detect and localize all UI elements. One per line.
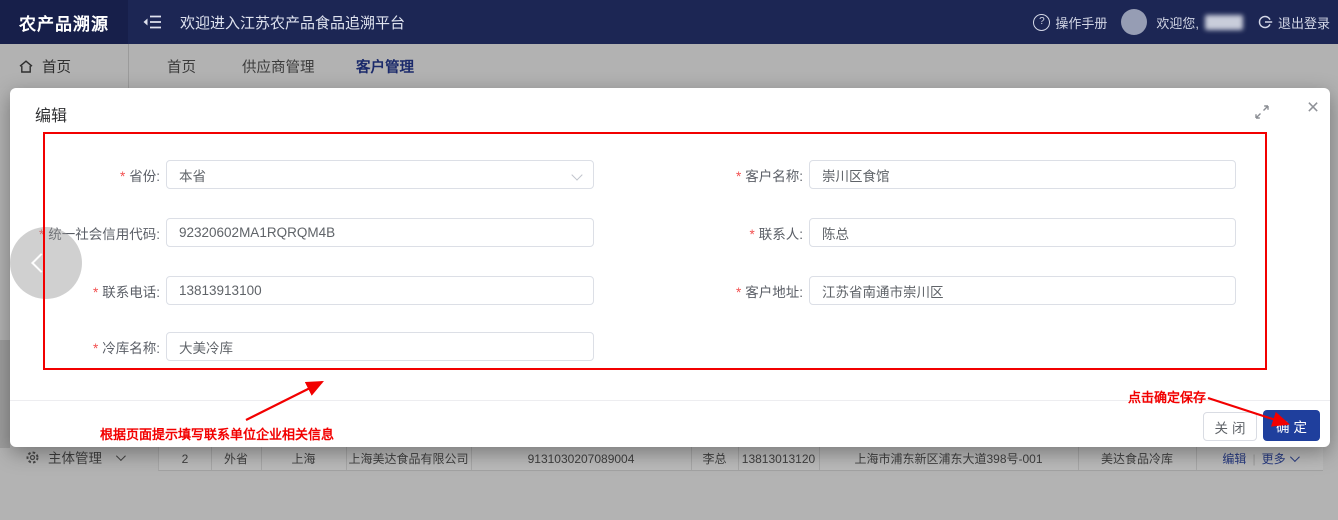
close-button[interactable]: 关闭 xyxy=(1203,412,1257,441)
greeting-text: 欢迎您, xyxy=(1156,15,1199,31)
customer-name-input[interactable]: 崇川区食馆 xyxy=(809,160,1236,189)
credit-code-input[interactable]: 92320602MA1RQRQM4B xyxy=(166,218,594,247)
manual-label: 操作手册 xyxy=(1055,15,1108,31)
fullscreen-icon[interactable] xyxy=(1254,104,1270,120)
field-label: 联系人: xyxy=(630,223,803,243)
manual-link[interactable]: 操作手册 xyxy=(1033,13,1107,32)
sidebar-home[interactable]: 首页 xyxy=(0,44,128,88)
cell-phone: 13813013120 xyxy=(738,447,820,470)
field-label: 客户地址: xyxy=(630,281,803,301)
customer-address-input[interactable]: 江苏省南通市崇川区 xyxy=(809,276,1236,305)
chevron-down-icon xyxy=(1289,452,1300,463)
user-info[interactable]: 欢迎您, xyxy=(1121,9,1243,35)
cell-actions: 编辑 | 更多 xyxy=(1196,447,1323,470)
field-label: 省份: xyxy=(18,165,160,185)
field-credit-code: 统一社会信用代码: 92320602MA1RQRQM4B xyxy=(18,218,594,247)
tab-bar: 首页 首页 供应商管理 客户管理 xyxy=(0,44,1338,88)
cell-province-type: 外省 xyxy=(211,447,262,470)
cold-storage-input[interactable]: 大美冷库 xyxy=(166,332,594,361)
field-customer-address: 客户地址: 江苏省南通市崇川区 xyxy=(630,276,1236,305)
chevron-left-icon xyxy=(31,253,51,273)
drawer-collapse-button[interactable] xyxy=(10,227,82,299)
field-customer-name: 客户名称: 崇川区食馆 xyxy=(630,160,1236,189)
cell-address: 上海市浦东新区浦东大道398号-001 xyxy=(819,447,1079,470)
avatar xyxy=(1121,9,1148,35)
cell-contact: 李总 xyxy=(691,447,739,470)
username-blurred xyxy=(1204,14,1243,30)
sidebar-item-entity-mgmt[interactable]: 主体管理 xyxy=(25,447,126,467)
divider xyxy=(128,44,129,88)
field-province: 省份: 本省 xyxy=(18,160,594,189)
field-contact-person: 联系人: 陈总 xyxy=(630,218,1236,247)
app-logo: 农产品溯源 xyxy=(0,0,128,44)
cell-cold-storage: 美达食品冷库 xyxy=(1078,447,1197,470)
field-phone: 联系电话: 13813913100 xyxy=(18,276,594,305)
tab-home[interactable]: 首页 xyxy=(167,44,196,88)
chevron-down-icon xyxy=(571,169,583,181)
footer-divider xyxy=(10,400,1330,401)
app-root: 农产品溯源 欢迎进入江苏农产品食品追溯平台 操作手册 欢迎您, xyxy=(0,0,1338,520)
province-select[interactable]: 本省 xyxy=(166,160,594,189)
cell-company: 上海美达食品有限公司 xyxy=(346,447,472,470)
logout-button[interactable]: 退出登录 xyxy=(1257,13,1330,32)
phone-input[interactable]: 13813913100 xyxy=(166,276,594,305)
more-link[interactable]: 更多 xyxy=(1262,450,1286,467)
logout-label: 退出登录 xyxy=(1277,15,1330,31)
menu-fold-icon[interactable] xyxy=(142,14,162,30)
cell-city: 上海 xyxy=(261,447,347,470)
edit-link[interactable]: 编辑 xyxy=(1222,450,1246,467)
field-label: 冷库名称: xyxy=(18,337,160,357)
welcome-text: 欢迎进入江苏农产品食品追溯平台 xyxy=(180,14,406,32)
sidebar-scroll-strip xyxy=(0,340,10,448)
confirm-button[interactable]: 确定 xyxy=(1263,410,1320,441)
contact-person-input[interactable]: 陈总 xyxy=(809,218,1236,247)
question-icon xyxy=(1033,13,1051,31)
field-label: 客户名称: xyxy=(630,165,803,185)
top-header: 农产品溯源 欢迎进入江苏农产品食品追溯平台 操作手册 欢迎您, xyxy=(0,0,1338,44)
tab-customers[interactable]: 客户管理 xyxy=(356,44,414,88)
dialog-title: 编辑 xyxy=(35,108,68,125)
table-row: 2 外省 上海 上海美达食品有限公司 9131030207089004 李总 1… xyxy=(158,447,1323,471)
edit-dialog: 编辑 × 省份: 本省 统一社会信用代码: 92320602MA1RQRQM4B xyxy=(10,88,1330,447)
field-cold-storage: 冷库名称: 大美冷库 xyxy=(18,332,594,361)
cell-credit-code: 9131030207089004 xyxy=(471,447,692,470)
chevron-down-icon xyxy=(115,450,126,461)
gear-icon xyxy=(26,451,39,463)
home-icon xyxy=(19,59,33,73)
logout-icon xyxy=(1258,15,1273,29)
cell-index: 2 xyxy=(159,447,212,470)
close-icon[interactable]: × xyxy=(1301,96,1325,120)
tab-suppliers[interactable]: 供应商管理 xyxy=(242,44,315,88)
